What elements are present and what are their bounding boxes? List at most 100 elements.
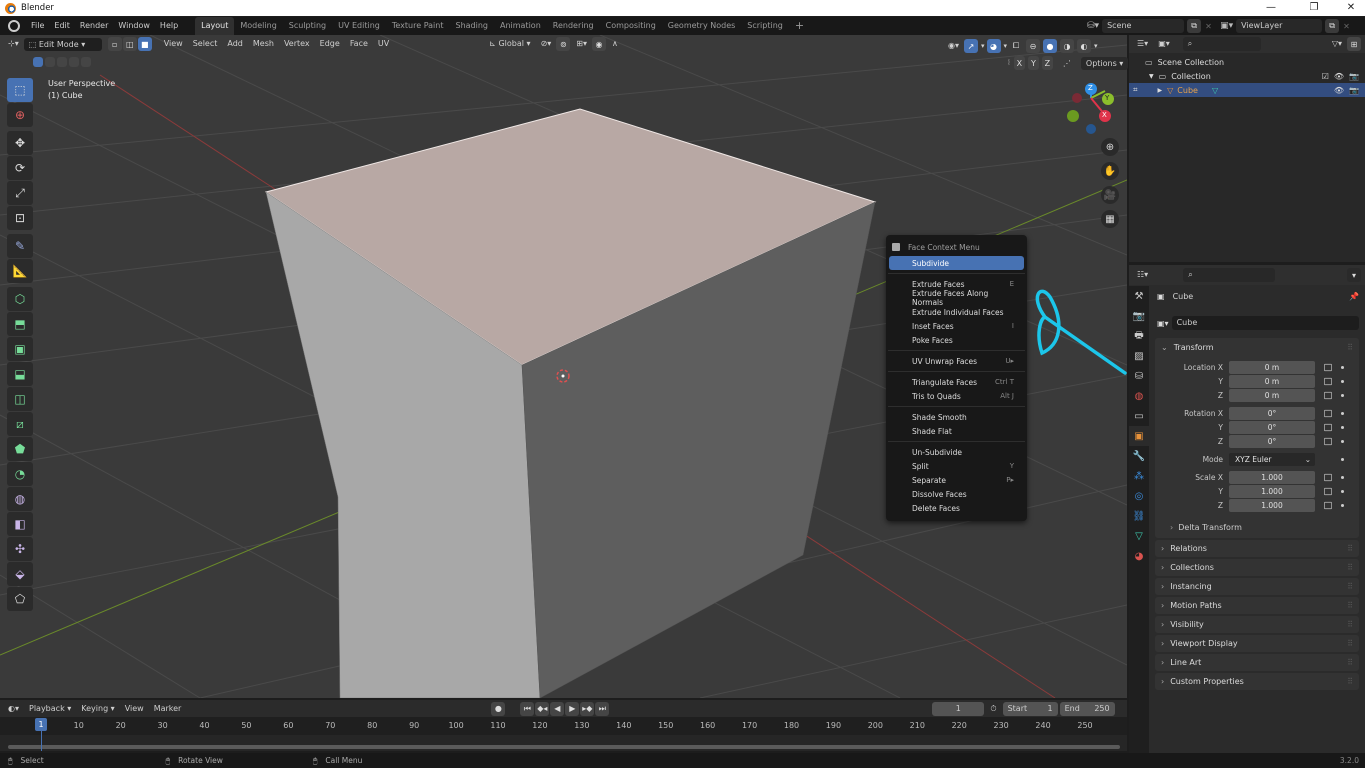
- material-tab-icon[interactable]: ◕: [1129, 546, 1149, 566]
- lock-icon[interactable]: [1324, 423, 1332, 432]
- drag-grip-icon[interactable]: ⠿: [1347, 639, 1353, 648]
- view-layer-field[interactable]: ViewLayer: [1236, 19, 1323, 33]
- constraints-tab-icon[interactable]: ⛓: [1129, 506, 1149, 526]
- menu-view[interactable]: View: [159, 35, 188, 53]
- tab-scripting[interactable]: Scripting: [741, 17, 789, 35]
- drag-grip-icon[interactable]: ⠿: [1347, 544, 1353, 553]
- drag-grip-icon[interactable]: ⠿: [1347, 620, 1353, 629]
- lock-icon[interactable]: [1324, 363, 1332, 372]
- keyframe-dot-icon[interactable]: [1341, 380, 1344, 383]
- select-invert-icon[interactable]: [69, 57, 79, 67]
- select-box-tool[interactable]: ⬚: [7, 78, 33, 102]
- annotate-tool[interactable]: ✎: [7, 234, 33, 258]
- tab-geometry-nodes[interactable]: Geometry Nodes: [662, 17, 741, 35]
- playback-menu[interactable]: Playback ▾: [24, 700, 76, 718]
- close-button[interactable]: ✕: [1337, 0, 1365, 16]
- new-view-layer-icon[interactable]: ⧉: [1325, 19, 1340, 33]
- display-mode-icon[interactable]: ▣▾: [1153, 35, 1175, 53]
- play-reverse-icon[interactable]: ◀: [550, 701, 565, 716]
- location-y-field[interactable]: 0 m: [1229, 375, 1315, 388]
- menu-edit[interactable]: Edit: [49, 17, 75, 35]
- menu-vertex[interactable]: Vertex: [279, 35, 315, 53]
- mirror-x-toggle[interactable]: X: [1013, 56, 1025, 70]
- tool-tab-icon[interactable]: ⚒: [1129, 286, 1149, 306]
- menu-item-tris-to-quads[interactable]: Tris to Quads Alt J: [889, 389, 1024, 403]
- cursor-tool[interactable]: ⊕: [7, 103, 33, 127]
- inset-faces-tool[interactable]: ▣: [7, 337, 33, 361]
- minimize-button[interactable]: —: [1257, 0, 1285, 16]
- keyframe-dot-icon[interactable]: [1341, 458, 1344, 461]
- navigation-gizmo[interactable]: Z Y X: [1060, 78, 1120, 138]
- panel-instancing[interactable]: › Instancing ⠿: [1155, 578, 1359, 595]
- lock-icon[interactable]: [1324, 501, 1332, 510]
- keyframe-dot-icon[interactable]: [1341, 426, 1344, 429]
- menu-select[interactable]: Select: [188, 35, 223, 53]
- tab-sculpting[interactable]: Sculpting: [283, 17, 332, 35]
- tab-modeling[interactable]: Modeling: [234, 17, 282, 35]
- overlay-toggle-icon[interactable]: ◕: [986, 39, 1001, 53]
- material-shading-icon[interactable]: ◑: [1060, 39, 1075, 53]
- properties-search-input[interactable]: ⌕: [1183, 268, 1276, 282]
- xray-icon[interactable]: ⧠: [1009, 39, 1023, 53]
- shrink-fatten-tool[interactable]: ✣: [7, 537, 33, 561]
- measure-tool[interactable]: 📐: [7, 259, 33, 283]
- stopwatch-icon[interactable]: ⏱: [990, 704, 996, 714]
- tab-uv-editing[interactable]: UV Editing: [332, 17, 386, 35]
- drag-grip-icon[interactable]: ⠿: [1347, 343, 1353, 352]
- keyframe-dot-icon[interactable]: [1341, 490, 1344, 493]
- menu-item-split[interactable]: Split Y: [889, 459, 1024, 473]
- menu-add[interactable]: Add: [222, 35, 248, 53]
- mode-dropdown[interactable]: ⬚ Edit Mode ▾: [23, 37, 102, 51]
- jump-end-icon[interactable]: ⏭: [595, 701, 610, 716]
- rotation-mode-dropdown[interactable]: XYZ Euler ⌄: [1229, 453, 1315, 466]
- drag-grip-icon[interactable]: ⠿: [1347, 582, 1353, 591]
- transform-panel-header[interactable]: ⌄ Transform ⠿: [1155, 338, 1359, 356]
- snap-icon[interactable]: ⊚: [556, 37, 571, 51]
- remove-scene-icon[interactable]: ✕: [1205, 22, 1217, 31]
- panel-visibility[interactable]: › Visibility ⠿: [1155, 616, 1359, 633]
- select-extend-icon[interactable]: [45, 57, 55, 67]
- expand-arrow-icon[interactable]: ▶: [1158, 87, 1163, 94]
- visibility-icon[interactable]: ◉▾: [945, 37, 962, 55]
- bevel-tool[interactable]: ⬓: [7, 362, 33, 386]
- face-select-icon[interactable]: ■: [137, 37, 152, 51]
- expand-arrow-icon[interactable]: ▼: [1149, 73, 1154, 80]
- eye-icon[interactable]: 👁: [1334, 72, 1344, 81]
- properties-editor-icon[interactable]: ☷▾: [1129, 266, 1153, 284]
- drag-grip-icon[interactable]: ⠿: [1347, 601, 1353, 610]
- shear-tool[interactable]: ⬙: [7, 562, 33, 586]
- options-dropdown[interactable]: Options ▾: [1080, 56, 1129, 70]
- solid-shading-icon[interactable]: ●: [1043, 39, 1058, 53]
- menu-window[interactable]: Window: [113, 17, 155, 35]
- menu-item-poke-faces[interactable]: Poke Faces: [889, 333, 1024, 347]
- rotation-z-field[interactable]: 0°: [1229, 435, 1315, 448]
- scale-y-field[interactable]: 1.000: [1229, 485, 1315, 498]
- playhead-frame[interactable]: 1: [35, 718, 47, 731]
- render-camera-icon[interactable]: 📷: [1349, 72, 1359, 81]
- drag-grip-icon[interactable]: ⠿: [1347, 658, 1353, 667]
- menu-item-extrude-along-normals[interactable]: Extrude Faces Along Normals: [889, 289, 1024, 307]
- move-tool[interactable]: ✥: [7, 131, 33, 155]
- modifier-tab-icon[interactable]: 🔧: [1129, 446, 1149, 466]
- extrude-region-tool[interactable]: ⬒: [7, 312, 33, 336]
- panel-line-art[interactable]: › Line Art ⠿: [1155, 654, 1359, 671]
- editor-type-icon[interactable]: ⊹▾: [0, 35, 24, 53]
- menu-item-shade-flat[interactable]: Shade Flat: [889, 424, 1024, 438]
- lock-icon[interactable]: [1324, 437, 1332, 446]
- transform-tool[interactable]: ⊡: [7, 206, 33, 230]
- next-keyframe-icon[interactable]: ▸◆: [580, 701, 595, 716]
- panel-viewport-display[interactable]: › Viewport Display ⠿: [1155, 635, 1359, 652]
- panel-relations[interactable]: › Relations ⠿: [1155, 540, 1359, 557]
- menu-edge[interactable]: Edge: [315, 35, 345, 53]
- gizmo-toggle-icon[interactable]: ↗: [964, 39, 978, 53]
- smooth-tool[interactable]: ◍: [7, 487, 33, 511]
- menu-item-uv-unwrap[interactable]: UV Unwrap Faces U▸: [889, 354, 1024, 368]
- play-icon[interactable]: ▶: [565, 701, 580, 716]
- physics-tab-icon[interactable]: ◎: [1129, 486, 1149, 506]
- tab-texture-paint[interactable]: Texture Paint: [386, 17, 450, 35]
- mesh-data-icon[interactable]: ▽: [1212, 86, 1218, 95]
- pivot-icon[interactable]: ⊘▾: [536, 35, 557, 53]
- keyframe-dot-icon[interactable]: [1341, 504, 1344, 507]
- spin-tool[interactable]: ◔: [7, 462, 33, 486]
- scale-tool[interactable]: ⤢: [7, 181, 33, 205]
